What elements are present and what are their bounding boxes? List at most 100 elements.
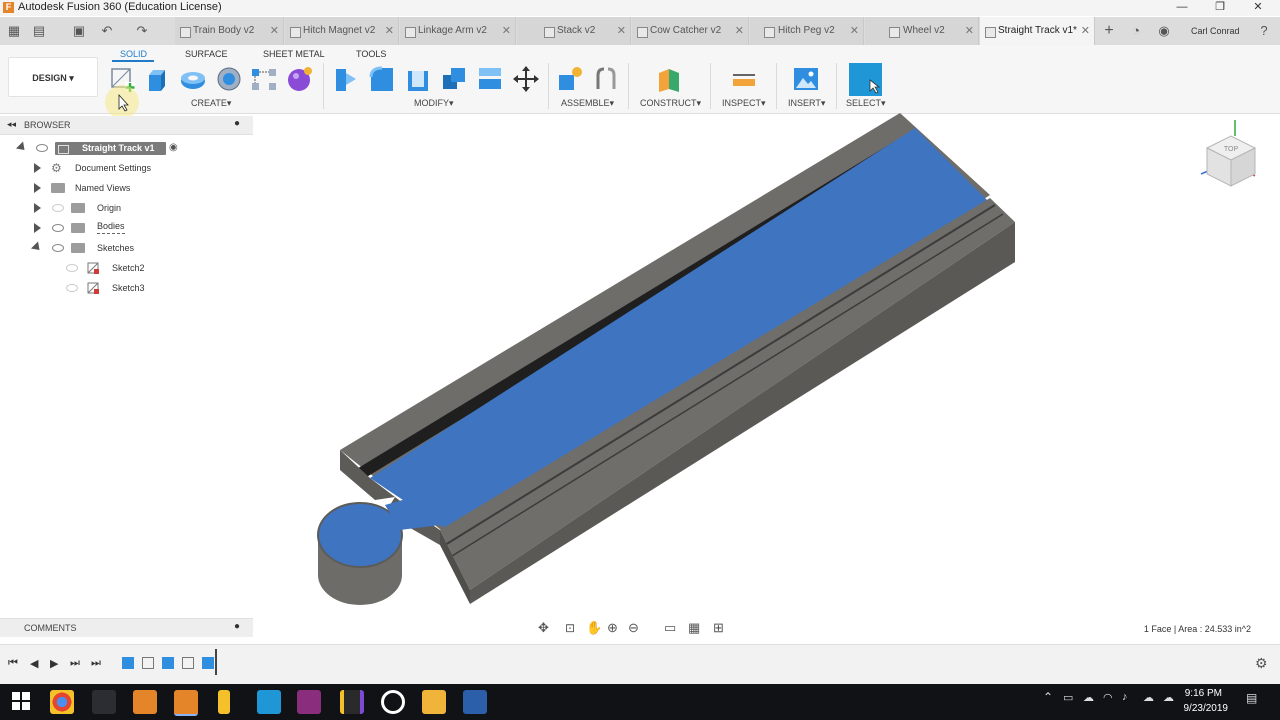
tab-wheel[interactable]: Wheel v2 ✕ — [865, 17, 979, 45]
create-group-label[interactable]: CREATE▾ — [191, 98, 231, 109]
tab-solid[interactable]: SOLID — [120, 49, 147, 59]
visibility-eye-icon[interactable] — [66, 264, 78, 272]
visibility-eye-icon[interactable] — [52, 204, 64, 212]
timeline-feature-extrude[interactable] — [202, 657, 214, 669]
browser-item-named-views[interactable]: Named Views — [0, 179, 253, 197]
display-settings-icon[interactable]: ▭ — [664, 620, 676, 636]
visibility-eye-icon[interactable] — [36, 144, 48, 152]
close-window-button[interactable]: ✕ — [1238, 0, 1278, 16]
tab-train-body[interactable]: Train Body v2 ✕ — [175, 17, 284, 45]
browser-item-bodies[interactable]: Bodies — [0, 219, 253, 237]
visibility-eye-icon[interactable] — [52, 244, 64, 252]
browser-options-icon[interactable]: ● — [234, 118, 240, 129]
look-at-icon[interactable]: ⊡ — [565, 621, 575, 635]
timeline-feature-extrude[interactable] — [122, 657, 134, 669]
tab-stack[interactable]: Stack v2 ✕ — [517, 17, 631, 45]
close-tab-icon[interactable]: ✕ — [270, 17, 279, 45]
timeline-back-icon[interactable]: ◀ — [30, 657, 38, 670]
select-group-label[interactable]: SELECT▾ — [846, 98, 886, 109]
rectangular-pattern-icon[interactable] — [250, 65, 278, 93]
chrome-taskbar-icon[interactable] — [50, 690, 74, 714]
word-taskbar-icon[interactable] — [463, 690, 487, 714]
timeline-feature-extrude[interactable] — [162, 657, 174, 669]
browser-root-row[interactable]: Straight Track v1 ◉ — [0, 139, 253, 157]
browser-item-sketch[interactable]: Sketch3 — [0, 279, 253, 297]
new-tab-icon[interactable]: + — [1100, 22, 1118, 40]
undo-icon[interactable]: ↶ — [98, 22, 116, 40]
user-name[interactable]: Carl Conrad — [1191, 26, 1240, 36]
activate-radio-icon[interactable]: ◉ — [169, 139, 178, 157]
extrude-icon[interactable] — [143, 65, 171, 93]
obs-taskbar-icon[interactable] — [381, 690, 405, 714]
close-tab-icon[interactable]: ✕ — [850, 17, 859, 45]
tab-tools[interactable]: TOOLS — [356, 49, 386, 59]
grid-menu-icon[interactable]: ▦ — [5, 22, 23, 40]
volume-tray-icon[interactable]: ♪ — [1122, 691, 1128, 703]
peg-top-face[interactable] — [317, 502, 403, 568]
timeline-forward-icon[interactable]: ⏭ — [70, 657, 80, 670]
tab-straight-track[interactable]: Straight Track v1* ✕ — [980, 17, 1095, 45]
expand-triangle-icon[interactable] — [34, 163, 41, 173]
split-body-icon[interactable] — [476, 65, 504, 93]
combine-icon[interactable] — [440, 65, 468, 93]
zoom-icon[interactable]: ⊕ — [607, 620, 618, 636]
revolve-icon[interactable] — [179, 65, 207, 93]
job-status-icon[interactable]: ◔ — [1127, 22, 1145, 40]
assemble-group-label[interactable]: ASSEMBLE▾ — [561, 98, 614, 109]
shell-icon[interactable] — [404, 65, 432, 93]
minimize-button[interactable]: — — [1162, 0, 1202, 16]
create-form-icon[interactable] — [286, 65, 314, 93]
windows-start-icon[interactable] — [12, 692, 30, 710]
fit-icon[interactable]: ⊖ — [628, 620, 639, 636]
browser-item-sketch[interactable]: Sketch2 — [0, 259, 253, 277]
modify-group-label[interactable]: MODIFY▾ — [414, 98, 454, 109]
maximize-button[interactable]: ❐ — [1200, 0, 1240, 16]
fusion-taskbar-icon[interactable] — [174, 690, 198, 716]
tab-hitch-peg[interactable]: Hitch Peg v2 ✕ — [750, 17, 864, 45]
joint-icon[interactable] — [592, 65, 620, 93]
tab-linkage-arm[interactable]: Linkage Arm v2 ✕ — [400, 17, 516, 45]
offset-plane-icon[interactable] — [655, 65, 683, 93]
comments-panel-header[interactable]: COMMENTS ● — [0, 618, 253, 637]
save-icon[interactable]: ▣ — [70, 22, 88, 40]
expand-triangle-icon[interactable] — [30, 241, 44, 254]
message-tray-icon[interactable]: ▭ — [1063, 691, 1073, 704]
sweep-icon[interactable] — [215, 65, 243, 93]
editor-taskbar-icon[interactable] — [257, 690, 281, 714]
paint-taskbar-icon[interactable] — [92, 690, 116, 714]
visibility-eye-icon[interactable] — [66, 284, 78, 292]
timeline-feature-sketch[interactable] — [182, 657, 194, 669]
tab-cow-catcher[interactable]: Cow Catcher v2 ✕ — [632, 17, 749, 45]
timeline-end-icon[interactable]: ⏭ — [91, 657, 101, 670]
expand-triangle-icon[interactable] — [34, 203, 41, 213]
redo-icon[interactable]: ↷ — [133, 22, 151, 40]
select-icon[interactable] — [849, 63, 882, 96]
screen-recorder-taskbar-icon[interactable] — [297, 690, 321, 714]
fillet-icon[interactable] — [368, 65, 396, 93]
taskbar-clock-time[interactable]: 9:16 PM — [1185, 688, 1222, 699]
expand-triangle-icon[interactable] — [34, 183, 41, 193]
cloud-tray-icon[interactable]: ☁ — [1083, 691, 1094, 704]
new-component-icon[interactable] — [556, 65, 584, 93]
grid-settings-icon[interactable]: ▦ — [688, 620, 700, 636]
close-tab-icon[interactable]: ✕ — [1081, 17, 1090, 45]
file-explorer-taskbar-icon[interactable] — [422, 690, 446, 714]
onedrive-tray-icon[interactable]: ☁ — [1143, 691, 1154, 704]
model-viewport[interactable] — [255, 113, 1280, 618]
construct-group-label[interactable]: CONSTRUCT▾ — [640, 98, 701, 109]
press-pull-icon[interactable] — [332, 65, 360, 93]
tab-hitch-magnet[interactable]: Hitch Magnet v2 ✕ — [285, 17, 399, 45]
file-menu-icon[interactable]: ▤ — [30, 22, 48, 40]
illustrator-taskbar-icon[interactable] — [133, 690, 157, 714]
close-tab-icon[interactable]: ✕ — [385, 17, 394, 45]
timeline-feature-sketch[interactable] — [142, 657, 154, 669]
expand-triangle-icon[interactable] — [15, 141, 29, 154]
timeline-settings-gear-icon[interactable]: ⚙ — [1255, 655, 1268, 672]
system-tray-chevron-icon[interactable]: ⌃ — [1043, 690, 1053, 704]
inspect-group-label[interactable]: INSPECT▾ — [722, 98, 766, 109]
notes-taskbar-icon[interactable] — [218, 690, 230, 714]
network-tray-icon[interactable]: ◠ — [1103, 691, 1113, 704]
insert-group-label[interactable]: INSERT▾ — [788, 98, 825, 109]
taskbar-clock-date[interactable]: 9/23/2019 — [1184, 703, 1229, 714]
browser-item-origin[interactable]: Origin — [0, 199, 253, 217]
